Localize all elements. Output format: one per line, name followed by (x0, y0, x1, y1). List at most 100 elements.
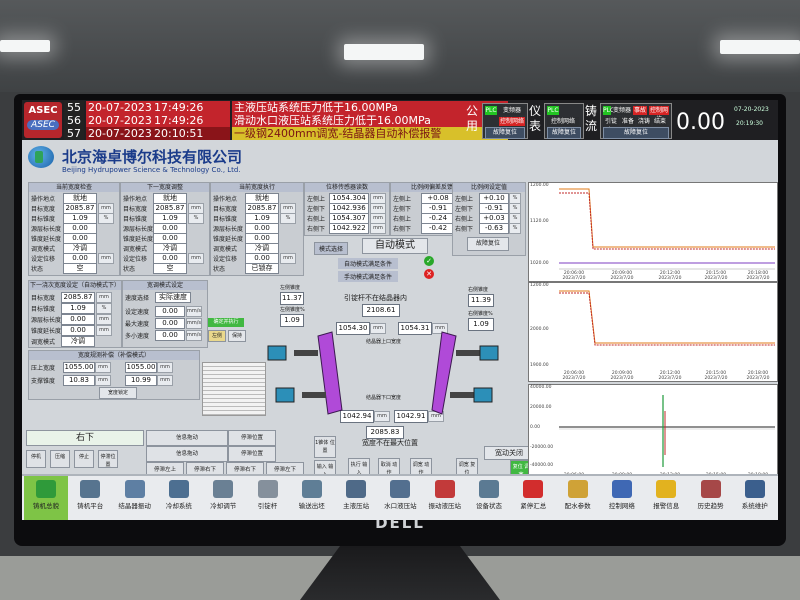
field-value[interactable]: 1.09 (61, 303, 95, 314)
confirm-execute-tag[interactable]: 确定并执行 (208, 318, 244, 327)
stop-position-button[interactable]: 停滞位置 (228, 430, 276, 446)
nav-icon (80, 480, 101, 498)
field-unit: % (509, 223, 521, 234)
field-value[interactable]: 冷调 (61, 336, 95, 347)
alarm-time: 17:49:26 (152, 114, 216, 127)
info-drag-button[interactable]: 信息拖动 (146, 430, 228, 446)
field-label: 目标宽度 (123, 206, 148, 213)
field-label: 操作地点 (123, 196, 148, 203)
status-chip: 事故 (633, 106, 647, 115)
panel-valve-setpoint: 比例阀设定值 左侧上 +0.10% 左侧下 -0.91% 右侧上 +0.03% 右侧下… (452, 182, 526, 256)
stop-position-button[interactable]: 停滞位置 (228, 446, 276, 462)
trend-chart-force[interactable]: 40000.00 20000.00 0.00 -20000.00 -40000.… (528, 384, 778, 486)
left-taper-value: 11.37 (280, 292, 304, 305)
status-chip: 控制网络 (547, 117, 579, 126)
y-tick: 1200.00 (530, 283, 549, 288)
field-value[interactable]: 10.99 (125, 375, 157, 386)
field-label: 速度选择 (125, 295, 150, 302)
field-value[interactable]: 10.83 (63, 375, 95, 386)
left-cylinder (302, 392, 326, 398)
alarm-row[interactable]: 57 20-07-2023 20:10:51 一级钢2400mm调宽-结晶器自动… (64, 127, 508, 140)
nav-button[interactable]: 冷却系统 (157, 476, 201, 520)
lower-right-button[interactable]: 右下 (26, 430, 144, 446)
nav-icon (479, 480, 499, 498)
field-label: 锥度延长度 (31, 236, 62, 243)
nav-button[interactable]: 设备状态 (467, 476, 511, 520)
field-value[interactable]: 1055.00 (63, 362, 95, 373)
field-value[interactable]: 已锁存 (245, 263, 279, 274)
alarm-date: 20-07-2023 (86, 101, 152, 114)
halt-button[interactable]: 停止 (74, 450, 94, 468)
right-motor (473, 387, 493, 403)
field-label: 调宽模式 (123, 246, 148, 253)
trend-chart-width[interactable]: 1200.00 1120.00 1020.00 20:06:00 2023/7/… (528, 182, 778, 282)
panel-title: 当前宽度执行 (211, 183, 303, 192)
x-tick: 20:15:00 2023/7/20 (704, 271, 728, 281)
nav-button[interactable]: 结晶器振动 (113, 476, 157, 520)
field-value[interactable]: 空 (63, 263, 97, 274)
company-name-cn: 北京海卓博尔科技有限公司 (62, 148, 243, 166)
field-value[interactable]: 0.00 (155, 318, 185, 329)
nav-button[interactable]: 引锭杆 (246, 476, 290, 520)
width-lock-button[interactable]: 宽度锁定 (99, 387, 137, 399)
nav-button[interactable]: 铸机总貌 (24, 476, 68, 520)
field-value[interactable]: 0.00 (61, 314, 95, 325)
nav-button[interactable]: 输送出坯 (290, 476, 334, 520)
nav-button[interactable]: 水口液压站 (378, 476, 422, 520)
nav-label: 控制网络 (608, 502, 635, 510)
nav-icon (611, 480, 632, 498)
nav-button[interactable]: 振动液压站 (423, 476, 467, 520)
x-tick: 20:15:00 2023/7/20 (704, 371, 728, 381)
status-chip: 变频器 (499, 106, 525, 115)
nav-button[interactable]: 主液压站 (334, 476, 378, 520)
hold-button[interactable]: 保持 (228, 330, 246, 342)
field-value[interactable]: 实际速度 (155, 292, 191, 303)
alarm-row[interactable]: 55 20-07-2023 17:49:26 主液压站系统压力低于16.00MP… (64, 101, 508, 114)
field-value[interactable]: 0.00 (61, 325, 95, 336)
trend-chart-position[interactable]: 1200.00 2000.00 1900.00 20:06:00 2023/7/… (528, 282, 778, 382)
nav-button[interactable]: 报警信息 (644, 476, 688, 520)
width-close-button[interactable]: 宽动关闭 (484, 446, 534, 460)
field-value[interactable]: 空 (153, 263, 187, 274)
stop-button[interactable]: 停机 (26, 450, 46, 468)
field-label: 调宽模式 (31, 339, 56, 346)
nav-button[interactable]: 配水参数 (556, 476, 600, 520)
field-label: 锥度延长度 (31, 328, 62, 335)
field-label: 最大速度 (125, 321, 150, 328)
field-value[interactable]: 0.00 (155, 330, 185, 341)
field-value[interactable]: 0.00 (155, 306, 185, 317)
field-unit: mm (157, 375, 173, 386)
nav-icon (567, 480, 588, 498)
taper-position-button[interactable]: 1锥体 位置 (314, 436, 336, 458)
y-tick: 2000.00 (530, 327, 549, 332)
instrument-status-box: PLC 控制网络 故障复位 (544, 103, 584, 139)
right-taper-pct-value: 1.09 (468, 318, 494, 331)
field-label: 操作地点 (31, 196, 56, 203)
nav-button[interactable]: 系统维护 (733, 476, 777, 520)
valve-fault-reset-button[interactable]: 故障复位 (467, 237, 509, 251)
alarm-time: 17:49:26 (152, 101, 216, 114)
field-value[interactable]: 1055.00 (125, 362, 157, 373)
nav-button[interactable]: 历史趋势 (689, 476, 733, 520)
ceiling-lamp (0, 40, 50, 52)
compress-button[interactable]: 压缩 (50, 450, 70, 468)
nav-button[interactable]: 控制网络 (600, 476, 644, 520)
fault-reset-button[interactable]: 故障复位 (485, 127, 525, 139)
nav-button[interactable]: 冷却调节 (201, 476, 245, 520)
nav-button[interactable]: 紧停汇总 (511, 476, 555, 520)
field-value[interactable]: 2085.87 (61, 292, 95, 303)
right-narrow-face (431, 331, 457, 415)
fault-reset-button[interactable]: 故障复位 (603, 127, 669, 139)
field-label: 设定位移 (123, 256, 148, 263)
nav-button[interactable]: 铸机平台 (68, 476, 112, 520)
alarm-row[interactable]: 56 20-07-2023 17:49:26 滑动水口液压站系统压力低于16.0… (64, 114, 508, 127)
alarm-number: 56 (64, 114, 84, 127)
position-button[interactable]: 停滞位置 (98, 450, 118, 468)
field-unit: mm (280, 253, 296, 264)
fault-reset-button[interactable]: 故障复位 (547, 127, 581, 139)
nav-icon (656, 480, 677, 498)
mode-select-button[interactable]: 自动模式 (362, 238, 428, 254)
info-drag-button[interactable]: 信息拖动 (146, 446, 228, 462)
left-side-button[interactable]: 左侧 (208, 330, 226, 342)
mode-select-label: 模式选择 (314, 242, 349, 255)
